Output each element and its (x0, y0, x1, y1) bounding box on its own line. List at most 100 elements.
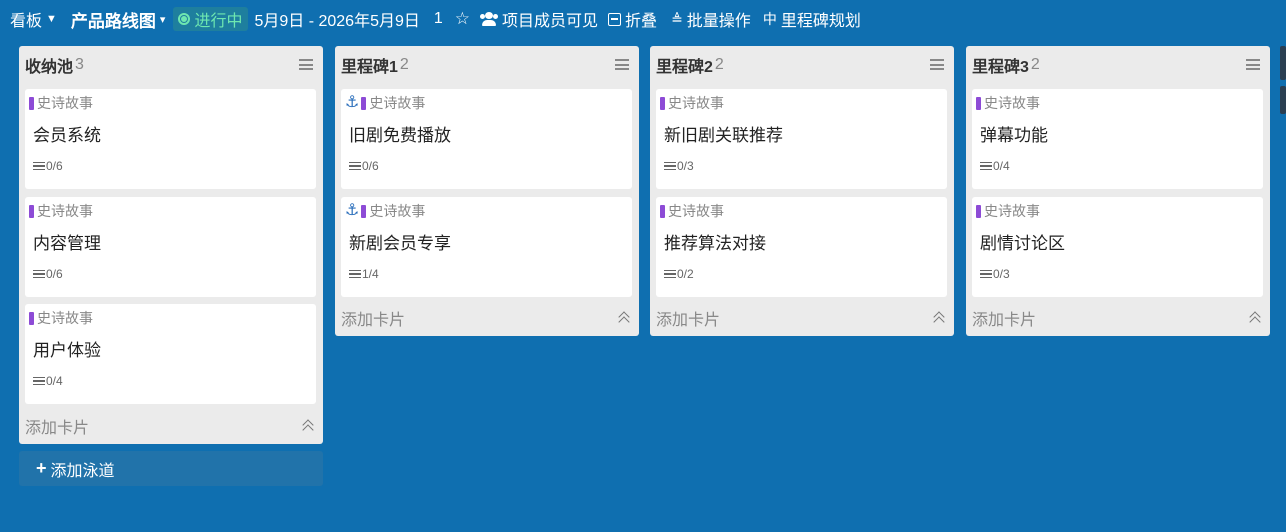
lane-menu-icon[interactable] (930, 59, 944, 70)
next-lane-edge (1280, 46, 1286, 80)
lane-name: 里程碑2 (656, 59, 713, 76)
card-tag: 史诗故事 (29, 93, 93, 113)
add-card-label: 添加卡片 (656, 312, 721, 329)
add-card-button[interactable]: 添加卡片 (341, 305, 633, 331)
member-count[interactable]: 1 (434, 10, 443, 28)
view-label: 看板 (10, 13, 43, 30)
lane-name: 里程碑3 (972, 59, 1029, 76)
top-toolbar: 看板 ▼ 产品路线图 ▾ 进行中 5月9日 - 2026年5月9日 1 ☆ 项目… (0, 0, 1286, 38)
add-lane-label: 添加泳道 (50, 462, 115, 480)
milestone-plan-label: 里程碑规划 (780, 13, 861, 30)
lane-header: 里程碑2 2 (650, 46, 954, 84)
card-tag: 史诗故事 (660, 93, 724, 113)
tag-color-icon (660, 204, 665, 218)
card-title: 推荐算法对接 (664, 234, 766, 253)
list-icon (664, 269, 676, 279)
collapse-up-icon[interactable] (932, 311, 946, 325)
card-progress: 0/3 (664, 159, 694, 173)
collapse-up-icon[interactable] (1248, 311, 1262, 325)
card[interactable]: 史诗故事 会员系统 0/6 (25, 89, 316, 189)
card-tag: ⚓ 史诗故事 (345, 201, 425, 221)
lane-count: 2 (714, 56, 724, 73)
tag-color-icon (361, 204, 367, 218)
add-card-button[interactable]: 添加卡片 (972, 305, 1264, 331)
card-tag: 史诗故事 (660, 201, 724, 221)
card[interactable]: 史诗故事 新旧剧关联推荐 0/3 (656, 89, 947, 189)
card[interactable]: 史诗故事 用户体验 0/4 (25, 304, 316, 404)
tag-color-icon (29, 96, 34, 110)
lane-name: 收纳池 (25, 59, 74, 76)
card-title: 弹幕功能 (980, 126, 1048, 145)
card[interactable]: 史诗故事 弹幕功能 0/4 (972, 89, 1263, 189)
add-card-label: 添加卡片 (25, 420, 90, 437)
progress-value: 0/4 (993, 159, 1010, 173)
star-icon[interactable]: ☆ (455, 9, 470, 29)
collapse-button[interactable]: 折叠 (608, 7, 657, 31)
list-icon (664, 161, 676, 171)
card-progress: 0/6 (33, 267, 63, 281)
project-title: 产品路线图 (70, 11, 156, 31)
list-icon (349, 269, 361, 279)
progress-value: 0/4 (46, 374, 63, 388)
lane-milestone-1: 里程碑1 2 ⚓ 史诗故事 旧剧免费播放 0/6 ⚓ 史诗故事 新剧会员专享 1… (335, 46, 639, 336)
card-progress: 0/4 (980, 159, 1010, 173)
card-progress: 0/3 (980, 267, 1010, 281)
lane-menu-icon[interactable] (1246, 59, 1260, 70)
tag-label: 史诗故事 (668, 95, 724, 111)
list-icon (980, 161, 992, 171)
card[interactable]: ⚓ 史诗故事 新剧会员专享 1/4 (341, 197, 632, 297)
lane-milestone-2: 里程碑2 2 史诗故事 新旧剧关联推荐 0/3 史诗故事 推荐算法对接 0/2 … (650, 46, 954, 336)
tag-label: 史诗故事 (37, 203, 93, 219)
visibility-label: 项目成员可见 (502, 13, 599, 30)
add-card-label: 添加卡片 (972, 312, 1037, 329)
collapse-label: 折叠 (625, 13, 658, 30)
visibility-button[interactable]: 项目成员可见 (480, 7, 598, 31)
tag-color-icon (29, 311, 34, 325)
tag-label: 史诗故事 (984, 203, 1040, 219)
list-icon (33, 269, 45, 279)
members-icon (480, 12, 499, 26)
card-title: 新旧剧关联推荐 (664, 126, 783, 145)
lane-name: 里程碑1 (341, 59, 398, 76)
tag-color-icon (660, 96, 665, 110)
card-title: 用户体验 (33, 341, 101, 360)
caret-down-icon: ▾ (159, 13, 166, 26)
project-title-dropdown[interactable]: 产品路线图 ▾ (71, 7, 166, 32)
tag-label: 史诗故事 (37, 95, 93, 111)
card-tag: ⚓ 史诗故事 (345, 93, 425, 113)
card-tag: 史诗故事 (976, 93, 1040, 113)
card[interactable]: 史诗故事 剧情讨论区 0/3 (972, 197, 1263, 297)
collapse-up-icon[interactable] (301, 419, 315, 433)
status-badge[interactable]: 进行中 (173, 7, 249, 31)
card-title: 新剧会员专享 (349, 234, 451, 253)
add-lane-button[interactable]: + 添加泳道 (19, 451, 323, 486)
card-tag: 史诗故事 (976, 201, 1040, 221)
collapse-up-icon[interactable] (617, 311, 631, 325)
date-range[interactable]: 5月9日 - 2026年5月9日 (254, 7, 419, 31)
progress-value: 0/3 (993, 267, 1010, 281)
tag-label: 史诗故事 (668, 203, 724, 219)
batch-ops-button[interactable]: ≜ 批量操作 (671, 7, 751, 31)
progress-value: 0/6 (362, 159, 379, 173)
anchor-icon: ⚓ (345, 202, 360, 219)
lane-menu-icon[interactable] (299, 59, 313, 70)
lane-header: 收纳池 3 (19, 46, 323, 84)
card-title: 内容管理 (33, 234, 101, 253)
tag-color-icon (361, 96, 367, 110)
collapse-icon (608, 12, 622, 26)
list-check-icon: ≜ (671, 10, 683, 27)
tag-label: 史诗故事 (37, 310, 93, 326)
plus-icon: + (36, 458, 47, 478)
card[interactable]: ⚓ 史诗故事 旧剧免费播放 0/6 (341, 89, 632, 189)
lane-count: 2 (399, 56, 409, 73)
add-card-button[interactable]: 添加卡片 (25, 413, 317, 439)
lane-menu-icon[interactable] (615, 59, 629, 70)
tag-color-icon (29, 204, 34, 218)
add-card-button[interactable]: 添加卡片 (656, 305, 948, 331)
card[interactable]: 史诗故事 推荐算法对接 0/2 (656, 197, 947, 297)
milestone-plan-button[interactable]: 中 里程碑规划 (763, 7, 861, 31)
chevron-down-icon: ▼ (46, 13, 57, 25)
card[interactable]: 史诗故事 内容管理 0/6 (25, 197, 316, 297)
view-switcher[interactable]: 看板 ▼ (10, 7, 57, 31)
card-title: 剧情讨论区 (980, 234, 1065, 253)
